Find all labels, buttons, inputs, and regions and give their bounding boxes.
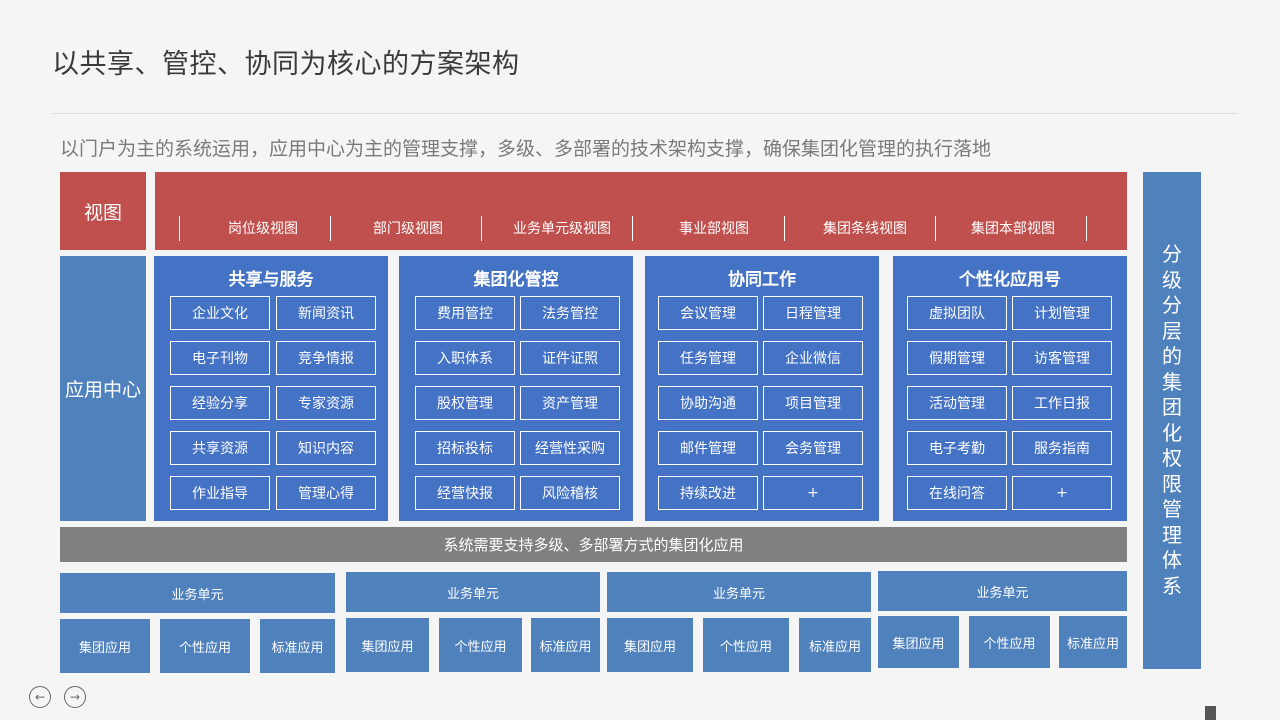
module-button[interactable]: 竞争情报: [276, 341, 376, 375]
business-unit: 业务单元: [878, 571, 1127, 611]
business-unit: 业务单元: [60, 573, 335, 613]
module-button[interactable]: 经营性采购: [520, 431, 620, 465]
module-button[interactable]: 法务管控: [520, 296, 620, 330]
view-tab-group-line[interactable]: 集团条线视图: [789, 214, 941, 242]
module-button[interactable]: 知识内容: [276, 431, 376, 465]
module-button[interactable]: 在线问答: [907, 476, 1007, 510]
view-separator: [935, 216, 936, 241]
page-title: 以共享、管控、协同为核心的方案架构: [52, 49, 520, 80]
permission-system-label: 分级分层的集团化权限管理体系: [1143, 172, 1201, 669]
group-app-box[interactable]: 集团应用: [346, 618, 429, 672]
standard-app-box[interactable]: 标准应用: [260, 619, 335, 673]
group-app-box[interactable]: 集团应用: [607, 618, 693, 672]
module-button[interactable]: 服务指南: [1012, 431, 1112, 465]
module-button[interactable]: 招标投标: [415, 431, 515, 465]
module-button[interactable]: 企业微信: [763, 341, 863, 375]
module-button[interactable]: 计划管理: [1012, 296, 1112, 330]
view-separator: [1086, 216, 1087, 241]
panel-title: 协同工作: [728, 269, 796, 290]
module-button[interactable]: 证件证照: [520, 341, 620, 375]
page-subtitle: 以门户为主的系统运用，应用中心为主的管理支撑，多级、多部署的技术架构支撑，确保集…: [60, 138, 992, 160]
view-separator: [330, 216, 331, 241]
prev-page-button[interactable]: ←: [29, 686, 51, 708]
panel-title: 共享与服务: [228, 269, 314, 290]
personal-app-box[interactable]: 个性应用: [160, 619, 250, 673]
view-row-label: 视图: [60, 172, 146, 250]
module-button[interactable]: 虚拟团队: [907, 296, 1007, 330]
module-button[interactable]: 会议管理: [658, 296, 758, 330]
module-button[interactable]: 电子刊物: [170, 341, 270, 375]
module-button[interactable]: 协助沟通: [658, 386, 758, 420]
module-button[interactable]: 日程管理: [763, 296, 863, 330]
module-button[interactable]: 股权管理: [415, 386, 515, 420]
group-app-box[interactable]: 集团应用: [60, 619, 150, 673]
view-separator: [784, 216, 785, 241]
view-tab-division[interactable]: 事业部视图: [638, 214, 790, 242]
next-page-button[interactable]: →: [64, 686, 86, 708]
module-button[interactable]: 电子考勤: [907, 431, 1007, 465]
module-button[interactable]: 邮件管理: [658, 431, 758, 465]
arrow-right-icon: →: [69, 690, 81, 704]
module-button[interactable]: 会务管理: [763, 431, 863, 465]
view-separator: [481, 216, 482, 241]
module-button[interactable]: 任务管理: [658, 341, 758, 375]
add-module-button[interactable]: +: [763, 476, 863, 510]
title-divider: [52, 113, 1237, 114]
module-button[interactable]: 访客管理: [1012, 341, 1112, 375]
view-separator: [179, 216, 180, 241]
arrow-left-icon: ←: [34, 690, 46, 704]
personal-app-box[interactable]: 个性应用: [703, 618, 789, 672]
group-app-box[interactable]: 集团应用: [878, 616, 959, 668]
module-button[interactable]: 共享资源: [170, 431, 270, 465]
view-tab-department[interactable]: 部门级视图: [332, 214, 484, 242]
business-unit: 业务单元: [607, 572, 871, 612]
standard-app-box[interactable]: 标准应用: [799, 618, 871, 672]
module-button[interactable]: 作业指导: [170, 476, 270, 510]
module-button[interactable]: 持续改进: [658, 476, 758, 510]
view-tab-business-unit[interactable]: 业务单元级视图: [486, 214, 638, 242]
module-button[interactable]: 费用管控: [415, 296, 515, 330]
system-support-bar: 系统需要支持多级、多部署方式的集团化应用: [60, 527, 1127, 562]
permission-system-text: 分级分层的集团化权限管理体系: [1162, 242, 1182, 598]
module-button[interactable]: 风险稽核: [520, 476, 620, 510]
module-button[interactable]: 管理心得: [276, 476, 376, 510]
module-button[interactable]: 假期管理: [907, 341, 1007, 375]
corner-marker: [1205, 706, 1216, 720]
view-separator: [632, 216, 633, 241]
module-button[interactable]: 资产管理: [520, 386, 620, 420]
module-button[interactable]: 工作日报: [1012, 386, 1112, 420]
module-button[interactable]: 新闻资讯: [276, 296, 376, 330]
personal-app-box[interactable]: 个性应用: [439, 618, 522, 672]
view-tab-group-hq[interactable]: 集团本部视图: [937, 214, 1089, 242]
personal-app-box[interactable]: 个性应用: [969, 616, 1050, 668]
module-button[interactable]: 项目管理: [763, 386, 863, 420]
module-button[interactable]: 经验分享: [170, 386, 270, 420]
module-button[interactable]: 企业文化: [170, 296, 270, 330]
module-button[interactable]: 活动管理: [907, 386, 1007, 420]
module-button[interactable]: 专家资源: [276, 386, 376, 420]
view-tab-post[interactable]: 岗位级视图: [187, 214, 339, 242]
add-module-button[interactable]: +: [1012, 476, 1112, 510]
standard-app-box[interactable]: 标准应用: [1059, 616, 1127, 668]
panel-title: 个性化应用号: [959, 269, 1061, 290]
app-center-label: 应用中心: [60, 256, 146, 521]
panel-title: 集团化管控: [473, 269, 559, 290]
module-button[interactable]: 入职体系: [415, 341, 515, 375]
business-unit: 业务单元: [346, 572, 600, 612]
standard-app-box[interactable]: 标准应用: [531, 618, 600, 672]
module-button[interactable]: 经营快报: [415, 476, 515, 510]
